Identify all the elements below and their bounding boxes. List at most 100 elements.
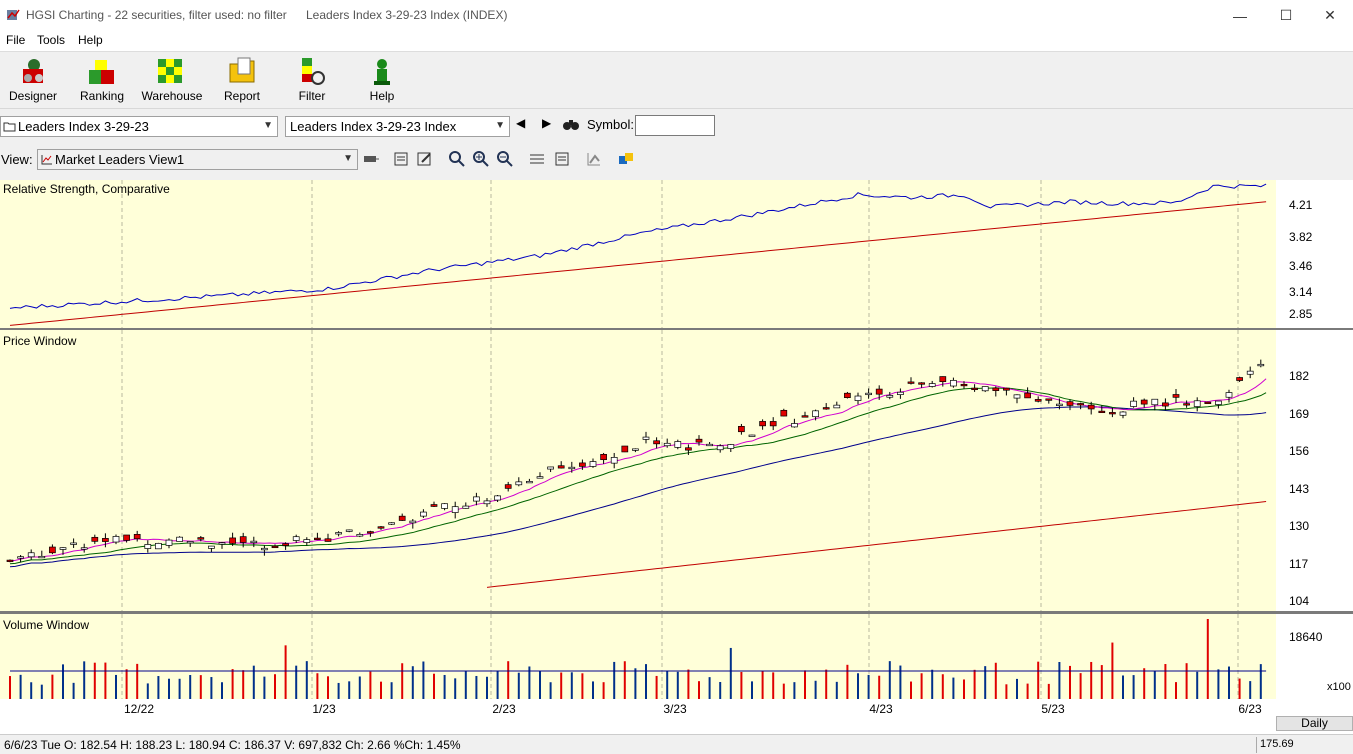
save-view-icon[interactable] xyxy=(362,150,380,168)
zoom-icon[interactable] xyxy=(448,150,466,168)
candle-body xyxy=(165,539,173,546)
next-arrow-icon[interactable]: ▶ xyxy=(542,116,551,130)
ranking-label: Ranking xyxy=(79,89,125,103)
minimize-button[interactable]: — xyxy=(1217,0,1263,31)
candle-body xyxy=(759,421,766,427)
candle-body xyxy=(282,543,289,546)
previous-arrow-icon[interactable]: ◀ xyxy=(516,116,525,130)
menu-tools[interactable]: Tools xyxy=(37,33,65,47)
report-button[interactable]: Report xyxy=(211,54,273,106)
candle-body xyxy=(632,448,639,451)
candle-body xyxy=(621,445,629,453)
candle-body xyxy=(981,386,989,392)
candle-body xyxy=(589,461,597,467)
candle-body xyxy=(186,541,194,544)
candle-body xyxy=(208,545,215,549)
help-label: Help xyxy=(369,89,395,103)
help-button[interactable]: Help xyxy=(351,54,413,106)
designer-button[interactable]: Designer xyxy=(2,54,64,106)
menu-file[interactable]: File xyxy=(6,33,25,47)
volume-chart xyxy=(9,614,1267,699)
price-axis-label: 104 xyxy=(1289,594,1310,608)
candle-body xyxy=(398,515,406,521)
candle-body xyxy=(441,503,448,509)
list-icon[interactable] xyxy=(553,150,571,168)
warehouse-icon xyxy=(158,59,182,83)
candle-body xyxy=(1087,404,1095,410)
candle-body xyxy=(155,542,162,550)
candle-body xyxy=(706,443,713,447)
filter-button[interactable]: Filter xyxy=(281,54,343,106)
zoom-in-icon[interactable] xyxy=(472,150,490,168)
properties-icon[interactable] xyxy=(393,150,411,168)
menu-help[interactable]: Help xyxy=(78,33,103,47)
candle-body xyxy=(367,531,374,534)
warehouse-button[interactable]: Warehouse xyxy=(141,54,203,106)
volume-multiplier: x100 xyxy=(1327,681,1351,693)
candle-body xyxy=(314,537,321,540)
candle-body xyxy=(1003,387,1010,391)
view-label: View: xyxy=(1,152,33,167)
zoom-out-icon[interactable] xyxy=(496,150,514,168)
main-toolbar: Designer Ranking Warehouse Report Filter… xyxy=(0,52,1353,109)
candle-body xyxy=(642,436,650,440)
candle-body xyxy=(1066,401,1074,406)
compress-icon[interactable] xyxy=(528,150,546,168)
chart-style-icon[interactable] xyxy=(585,150,603,168)
volume-panel-title: Volume Window xyxy=(3,618,90,632)
period-button[interactable]: Daily xyxy=(1276,716,1353,731)
price-panel-title: Price Window xyxy=(3,334,77,348)
candle-body xyxy=(261,547,268,551)
candle-body xyxy=(1140,399,1148,405)
rs-axis-label: 2.85 xyxy=(1289,307,1313,321)
color-palette-icon[interactable] xyxy=(617,150,635,168)
time-label: 3/23 xyxy=(663,702,687,716)
candle-body xyxy=(685,447,692,451)
close-button[interactable]: ✕ xyxy=(1307,0,1353,31)
candle-body xyxy=(547,466,554,470)
candle-body xyxy=(377,526,385,529)
relative-strength-chart xyxy=(9,180,1267,328)
ranking-button[interactable]: Ranking xyxy=(71,54,133,106)
candle-body xyxy=(388,522,395,525)
maximize-button[interactable]: ☐ xyxy=(1263,0,1309,31)
price-panel[interactable]: Price Window xyxy=(0,330,1276,611)
rs-line xyxy=(9,183,1267,309)
relative-strength-panel[interactable]: Relative Strength, Comparative xyxy=(0,180,1276,328)
candle-body xyxy=(292,536,300,541)
candle-body xyxy=(738,425,745,433)
candle-body xyxy=(1236,377,1243,381)
candle-body xyxy=(1151,398,1159,406)
list-select[interactable]: Leaders Index 3-29-23 ▼ xyxy=(0,116,278,137)
selector-row: Leaders Index 3-29-23 ▼ Leaders Index 3-… xyxy=(0,112,1353,140)
warehouse-label: Warehouse xyxy=(141,89,203,103)
candle-body xyxy=(875,388,883,395)
candle-body xyxy=(59,547,67,550)
candle-body xyxy=(176,536,183,542)
app-icon xyxy=(7,9,20,20)
edit-icon[interactable] xyxy=(416,150,434,168)
candle-body xyxy=(536,476,544,479)
view-select[interactable]: Market Leaders View1 ▼ xyxy=(37,149,358,170)
candle-body xyxy=(102,538,109,542)
candle-body xyxy=(229,537,236,544)
candle-body xyxy=(451,506,459,513)
candle-body xyxy=(568,466,576,470)
candle-body xyxy=(801,415,809,418)
report-icon xyxy=(229,57,255,83)
designer-label: Designer xyxy=(8,89,58,103)
candle-body xyxy=(1130,400,1137,407)
candle-body xyxy=(992,387,1000,391)
binoculars-icon[interactable] xyxy=(562,116,580,132)
candle-body xyxy=(653,440,660,445)
symbol-input[interactable] xyxy=(635,115,715,136)
candle-body xyxy=(250,540,258,544)
candle-body xyxy=(557,465,565,469)
candle-body xyxy=(70,542,77,545)
candle-body xyxy=(1162,402,1169,407)
candle-body xyxy=(1193,400,1201,407)
volume-panel[interactable]: Volume Window xyxy=(0,614,1276,699)
candle-body xyxy=(49,546,56,554)
price-axis-label: 143 xyxy=(1289,482,1310,496)
security-select[interactable]: Leaders Index 3-29-23 Index ▼ xyxy=(285,116,510,137)
